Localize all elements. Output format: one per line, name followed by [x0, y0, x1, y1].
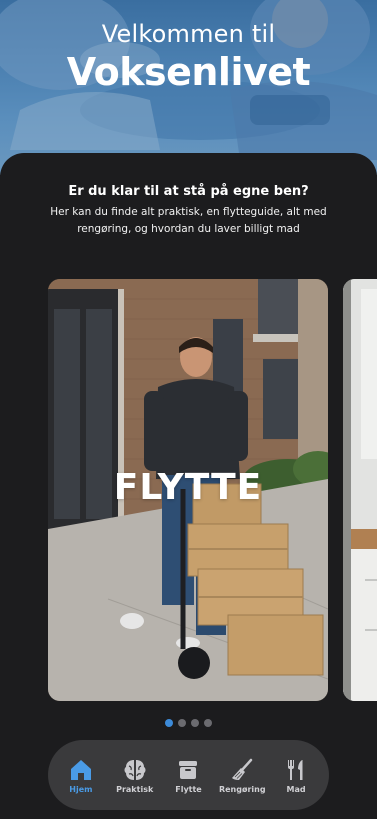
content-panel: Er du klar til at stå på egne ben? Her k…	[0, 153, 377, 819]
nav-item-rengoring[interactable]: Rengøring	[216, 757, 268, 794]
intro-text: Her kan du finde alt praktisk, en flytte…	[50, 206, 327, 235]
nav-item-flytte[interactable]: Flytte	[162, 757, 214, 794]
fork-knife-icon	[288, 759, 303, 780]
nav-label-mad: Mad	[286, 784, 306, 794]
box-icon	[179, 760, 198, 779]
intro-heading: Er du klar til at stå på egne ben?	[68, 184, 309, 199]
hero-greeting: Velkommen til	[101, 20, 276, 48]
nav-label-praktisk: Praktisk	[116, 784, 154, 794]
carousel-card-next[interactable]	[343, 279, 377, 701]
carousel-card-flytte[interactable]: FLYTTE	[48, 279, 328, 701]
kitchen-photo	[343, 279, 377, 701]
home-icon	[70, 759, 91, 780]
pagination-dot[interactable]	[204, 719, 212, 727]
pagination-dot-active[interactable]	[165, 719, 173, 727]
pagination-dot[interactable]	[191, 719, 199, 727]
carousel-card-label: FLYTTE	[113, 467, 263, 508]
nav-item-hjem[interactable]: Hjem	[55, 757, 107, 794]
nav-item-mad[interactable]: Mad	[270, 757, 322, 794]
nav-label-rengoring: Rengøring	[218, 784, 266, 794]
nav-item-praktisk[interactable]: Praktisk	[109, 757, 161, 794]
pagination-dot[interactable]	[178, 719, 186, 727]
brain-icon	[124, 759, 146, 780]
hero-brand-title: Voksenlivet	[66, 50, 311, 94]
hero-banner: Velkommen til Voksenlivet	[0, 0, 377, 175]
nav-label-hjem: Hjem	[69, 784, 93, 794]
app-screen: Velkommen til Voksenlivet Er du klar til…	[0, 0, 377, 819]
carousel-pagination	[0, 712, 377, 727]
nav-label-flytte: Flytte	[175, 784, 202, 794]
category-carousel[interactable]: FLYTTE	[0, 279, 377, 701]
broom-icon	[232, 758, 253, 780]
bottom-navigation: Hjem Praktisk Flytte Rengøring Mad	[48, 740, 329, 810]
